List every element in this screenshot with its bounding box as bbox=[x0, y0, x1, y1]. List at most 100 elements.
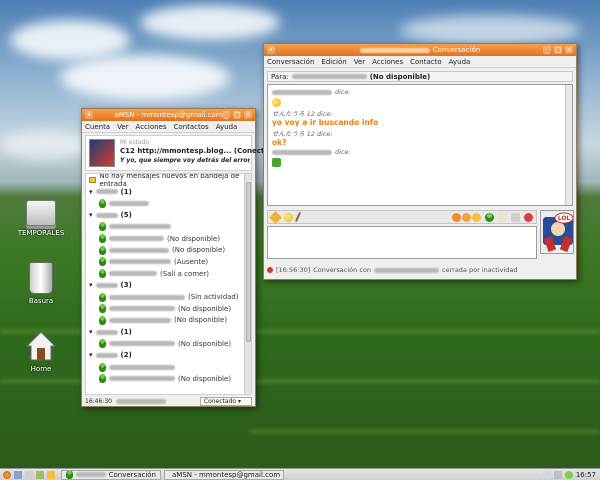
network-icon[interactable] bbox=[542, 470, 551, 479]
chevron-down-icon: ▾ bbox=[89, 281, 93, 290]
inbox-row[interactable]: No hay mensajes nuevos en bandeja de ent… bbox=[86, 174, 251, 188]
menu-edicion[interactable]: Edición bbox=[321, 58, 346, 66]
block-icon[interactable] bbox=[524, 212, 533, 222]
chat-toolbar bbox=[267, 210, 537, 224]
desktop-icon-home[interactable]: Home bbox=[6, 330, 76, 373]
contact-list-panel: No hay mensajes nuevos en bandeja de ent… bbox=[85, 173, 252, 395]
ubuntu-menu-icon[interactable] bbox=[3, 470, 11, 479]
contact-group[interactable]: ▾ (2) bbox=[86, 350, 251, 362]
contact-row[interactable]: (No disponible) bbox=[86, 338, 251, 350]
contact-row[interactable]: (No disponible) bbox=[86, 373, 251, 385]
contact-status: (Sin actividad) bbox=[188, 293, 239, 302]
buddy-status-icon bbox=[99, 199, 106, 209]
close-icon[interactable]: × bbox=[244, 111, 252, 119]
help-launcher-icon[interactable] bbox=[47, 470, 55, 479]
mail-launcher-icon[interactable] bbox=[25, 470, 33, 479]
contact-row[interactable] bbox=[86, 221, 251, 233]
contact-row[interactable]: (No disponible) bbox=[86, 233, 251, 245]
message-emoticon bbox=[272, 158, 568, 168]
contact-avatar[interactable]: LOL bbox=[540, 210, 574, 254]
contact-list-scrollbar[interactable] bbox=[244, 174, 251, 394]
menu-ver[interactable]: Ver bbox=[117, 123, 128, 131]
my-nick[interactable]: C12 http://mmontesp.blog... (Conectado) bbox=[120, 147, 282, 155]
editor-launcher-icon[interactable] bbox=[36, 470, 44, 479]
message-list: dice: せんたうろ 12 dice: yo voy a ir buscando … bbox=[268, 85, 572, 171]
avatar-lol-text: LOL bbox=[558, 215, 571, 222]
contact-group[interactable]: ▾ (5) bbox=[86, 209, 251, 221]
contact-status: (No disponible) bbox=[167, 234, 221, 243]
volume-icon[interactable] bbox=[553, 470, 562, 479]
status-prefix: Conversación con bbox=[313, 266, 372, 274]
amsn-titlebar[interactable]: • aMSN - mmontesp@gmail.com _ □ × bbox=[82, 109, 255, 121]
group-name-blurred bbox=[95, 212, 118, 218]
desktop-icon-temporales[interactable]: TEMPORALES bbox=[6, 200, 76, 237]
browser-launcher-icon[interactable] bbox=[14, 470, 22, 479]
contact-row[interactable]: (Sin actividad) bbox=[86, 291, 251, 303]
send-file-icon[interactable] bbox=[498, 212, 507, 222]
voice-clip-icon[interactable] bbox=[462, 212, 471, 222]
pen-icon[interactable] bbox=[294, 212, 302, 222]
menu-acciones[interactable]: Acciones bbox=[372, 58, 403, 66]
home-icon bbox=[25, 331, 57, 361]
desktop-icon-basura[interactable]: Basura bbox=[6, 262, 76, 305]
buddy-status-icon bbox=[99, 234, 106, 244]
group-count: (1) bbox=[120, 328, 132, 337]
contact-name-blurred bbox=[109, 341, 175, 347]
my-avatar[interactable] bbox=[89, 139, 115, 167]
conversation-history[interactable]: dice: せんたうろ 12 dice: yo voy a ir buscando … bbox=[267, 84, 573, 206]
menu-conversacion[interactable]: Conversación bbox=[267, 58, 314, 66]
cloud bbox=[60, 55, 230, 100]
cloud bbox=[10, 20, 130, 60]
menu-contacto[interactable]: Contacto bbox=[410, 58, 442, 66]
contact-row[interactable]: (No disponible) bbox=[86, 244, 251, 256]
contact-row[interactable] bbox=[86, 361, 251, 373]
menu-cuenta[interactable]: Cuenta bbox=[85, 123, 110, 131]
window-menu-icon[interactable]: • bbox=[85, 111, 93, 119]
menu-acciones[interactable]: Acciones bbox=[136, 123, 167, 131]
menu-ver[interactable]: Ver bbox=[354, 58, 365, 66]
taskbar-button-label: Conversación bbox=[108, 470, 156, 479]
status-selector[interactable]: Conectado ▾ bbox=[199, 397, 252, 406]
to-status: (No disponible) bbox=[369, 72, 431, 81]
message-input[interactable] bbox=[267, 226, 537, 259]
clock[interactable]: 16:57 bbox=[576, 471, 596, 479]
contact-status: (No disponible) bbox=[178, 374, 232, 383]
taskbar-button-chat[interactable]: Conversación bbox=[61, 469, 161, 480]
contact-row[interactable]: (Ausente) bbox=[86, 256, 251, 268]
contact-row[interactable]: (Salí a comer) bbox=[86, 268, 251, 280]
wink-icon[interactable] bbox=[472, 212, 481, 222]
chevron-down-icon: ▾ bbox=[237, 398, 241, 405]
maximize-icon[interactable]: □ bbox=[554, 46, 562, 54]
buddy-status-icon bbox=[99, 222, 106, 232]
minimize-icon[interactable]: _ bbox=[543, 46, 551, 54]
taskbar-button-amsn[interactable]: aMSN - mmontesp@gmail.com bbox=[164, 469, 284, 480]
history-scrollbar[interactable] bbox=[565, 85, 572, 205]
maximize-icon[interactable]: □ bbox=[233, 111, 241, 119]
menu-ayuda[interactable]: Ayuda bbox=[449, 58, 471, 66]
amsn-tray-icon[interactable] bbox=[564, 470, 573, 479]
menu-ayuda[interactable]: Ayuda bbox=[216, 123, 238, 131]
taskbar: Conversación aMSN - mmontesp@gmail.com 1… bbox=[0, 468, 600, 480]
smiley-icon[interactable] bbox=[284, 212, 293, 222]
font-icon[interactable] bbox=[269, 210, 282, 224]
buddy-status-icon bbox=[99, 269, 106, 279]
window-menu-icon[interactable]: • bbox=[267, 46, 275, 54]
close-icon[interactable]: × bbox=[565, 46, 573, 54]
cloud bbox=[400, 15, 580, 45]
chat-titlebar[interactable]: • Conversación _ □ × bbox=[264, 44, 576, 56]
scrollbar-thumb[interactable] bbox=[246, 182, 251, 342]
menu-contactos[interactable]: Contactos bbox=[174, 123, 209, 131]
minimize-icon[interactable]: _ bbox=[222, 111, 230, 119]
invite-contact-icon[interactable] bbox=[485, 212, 494, 222]
contact-row[interactable]: (No disponible) bbox=[86, 315, 251, 327]
contact-group[interactable]: ▾ (3) bbox=[86, 280, 251, 292]
contact-row[interactable]: (No disponible) bbox=[86, 303, 251, 315]
contact-group[interactable]: ▾ (1) bbox=[86, 326, 251, 338]
contact-row[interactable] bbox=[86, 198, 251, 210]
desktop-icon-label: TEMPORALES bbox=[17, 229, 65, 237]
my-personal-message[interactable]: Y yo, que siempre voy detrás del error, … bbox=[120, 157, 250, 164]
group-count: (3) bbox=[120, 281, 132, 290]
nudge-icon[interactable] bbox=[452, 212, 461, 222]
message-body: ok? bbox=[272, 138, 287, 147]
webcam-icon[interactable] bbox=[511, 212, 520, 222]
